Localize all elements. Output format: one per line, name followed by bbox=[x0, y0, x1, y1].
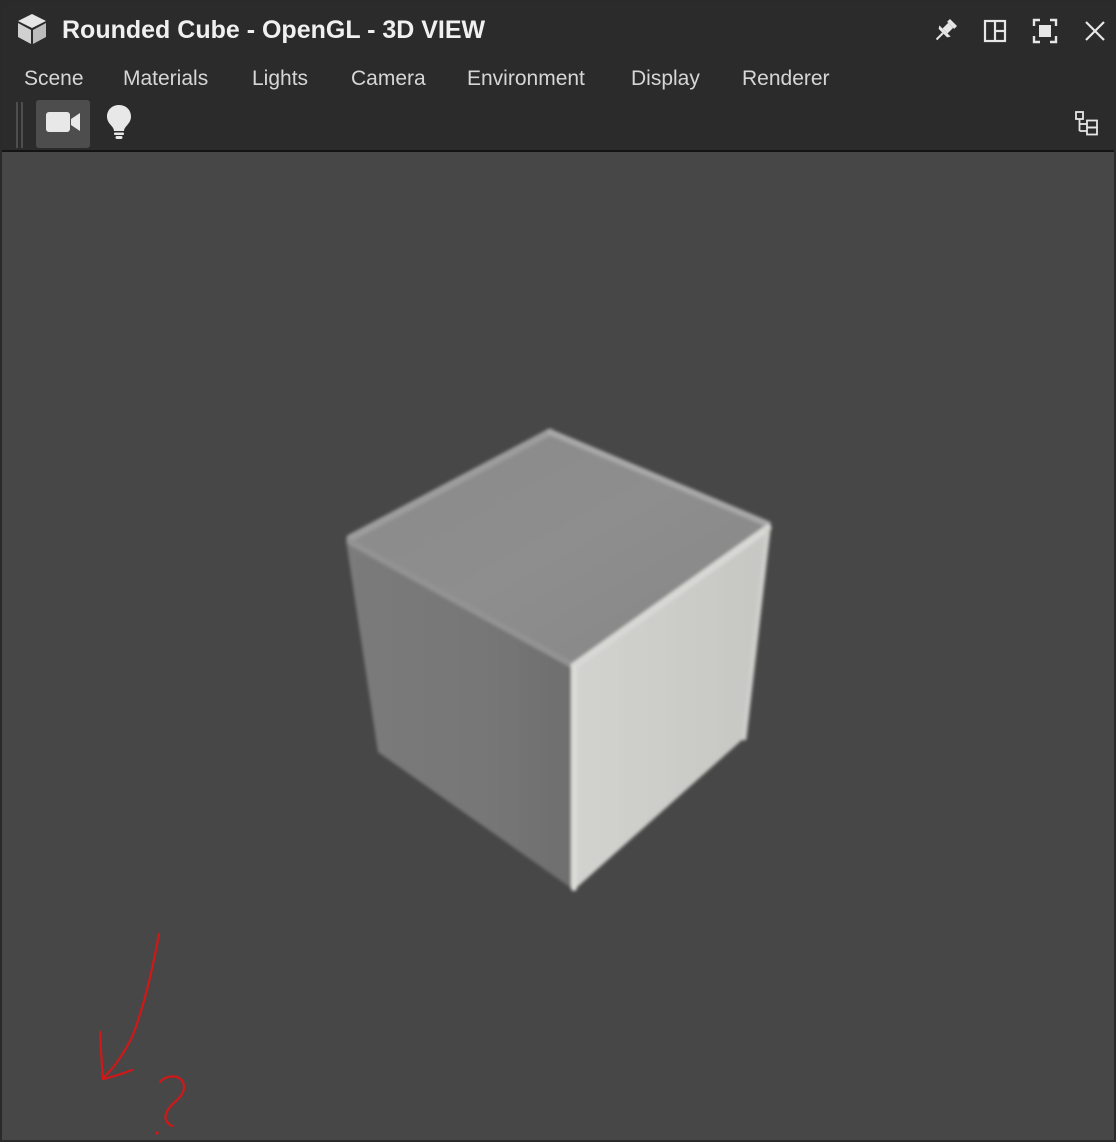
menu-materials[interactable]: Materials bbox=[123, 64, 208, 94]
scene-tree-button[interactable] bbox=[1072, 110, 1102, 140]
camera-tool-button[interactable] bbox=[36, 100, 90, 148]
light-tool-button[interactable] bbox=[92, 100, 146, 148]
toolbar-grip-handle[interactable] bbox=[16, 102, 28, 148]
menu-scene[interactable]: Scene bbox=[24, 64, 84, 94]
split-layout-button[interactable] bbox=[978, 14, 1012, 48]
window-title: Rounded Cube - OpenGL - 3D VIEW bbox=[62, 16, 486, 44]
split-layout-icon bbox=[983, 19, 1007, 43]
lightbulb-icon bbox=[106, 104, 132, 145]
title-bar[interactable]: Rounded Cube - OpenGL - 3D VIEW bbox=[2, 2, 1114, 58]
scene-tree-icon bbox=[1074, 110, 1100, 141]
maximize-icon bbox=[1032, 18, 1058, 44]
menu-lights[interactable]: Lights bbox=[252, 64, 308, 94]
annotation-question-mark bbox=[155, 1075, 186, 1135]
pin-button[interactable] bbox=[928, 14, 962, 48]
cube-icon bbox=[16, 12, 48, 46]
rounded-cube[interactable] bbox=[346, 428, 772, 891]
menu-bar: Scene Materials Lights Camera Environmen… bbox=[2, 58, 1114, 100]
menu-renderer[interactable]: Renderer bbox=[742, 64, 830, 94]
pin-icon bbox=[930, 16, 960, 46]
3d-viewport[interactable] bbox=[2, 152, 1114, 1140]
3d-view-window: Rounded Cube - OpenGL - 3D VIEW Scene Ma… bbox=[0, 0, 1116, 1142]
close-button[interactable] bbox=[1078, 14, 1112, 48]
maximize-button[interactable] bbox=[1028, 14, 1062, 48]
toolbar bbox=[2, 100, 1114, 152]
menu-environment[interactable]: Environment bbox=[467, 64, 585, 94]
close-icon bbox=[1084, 20, 1106, 42]
annotation-arrow bbox=[98, 932, 161, 1081]
menu-display[interactable]: Display bbox=[631, 64, 700, 94]
video-camera-icon bbox=[45, 110, 81, 139]
menu-camera[interactable]: Camera bbox=[351, 64, 426, 94]
